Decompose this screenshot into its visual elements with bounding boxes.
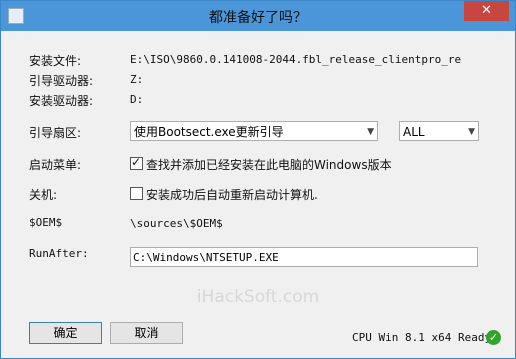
checkbox-unchecked-icon[interactable] bbox=[130, 187, 143, 200]
boot-menu-checkbox[interactable]: ✓ 查找并添加已经安装在此电脑的Windows版本 bbox=[130, 155, 392, 173]
status-text: CPU Win 8.1 x64 Ready bbox=[352, 331, 492, 344]
setup-dialog: 都准备好了吗？ ✕ 安装文件: E:\ISO\9860.0.141008-204… bbox=[0, 0, 516, 359]
boot-mode-selected: ALL bbox=[403, 125, 425, 139]
chevron-down-icon: ▼ bbox=[468, 127, 475, 137]
shutdown-label: 关机: bbox=[29, 188, 58, 202]
boot-mode-select[interactable]: ALL ▼ bbox=[399, 121, 479, 141]
checkbox-checked-icon[interactable]: ✓ bbox=[130, 155, 143, 170]
cancel-button[interactable]: 取消 bbox=[110, 322, 183, 344]
shutdown-checkbox[interactable]: 安装成功后自动重新启动计算机. bbox=[130, 186, 318, 203]
install-file-value: E:\ISO\9860.0.141008-2044.fbl_release_cl… bbox=[130, 53, 462, 66]
boot-sector-select[interactable]: 使用Bootsect.exe更新引导 ▼ bbox=[130, 121, 378, 141]
chevron-down-icon: ▼ bbox=[367, 127, 374, 137]
window-title: 都准备好了吗？ bbox=[209, 10, 307, 26]
boot-sector-selected: 使用Bootsect.exe更新引导 bbox=[134, 125, 284, 139]
runafter-input[interactable]: C:\Windows\NTSETUP.EXE bbox=[130, 247, 478, 267]
boot-sector-label: 引导扇区: bbox=[29, 126, 82, 140]
check-circle-icon: ✓ bbox=[486, 330, 501, 345]
boot-drive-value: Z: bbox=[130, 73, 144, 86]
title-bar: 都准备好了吗？ ✕ bbox=[1, 1, 515, 31]
oem-label: $OEM$ bbox=[29, 216, 63, 229]
install-file-label: 安装文件: bbox=[29, 54, 82, 68]
watermark: iHackSoft.com bbox=[196, 287, 320, 307]
boot-menu-checkbox-label: 查找并添加已经安装在此电脑的Windows版本 bbox=[146, 158, 392, 172]
ok-button[interactable]: 确定 bbox=[29, 322, 102, 344]
close-button[interactable]: ✕ bbox=[464, 1, 509, 21]
oem-value: \sources\$OEM$ bbox=[130, 217, 223, 230]
boot-menu-label: 启动菜单: bbox=[29, 158, 82, 172]
install-drive-value: D: bbox=[130, 93, 144, 106]
install-drive-label: 安装驱动器: bbox=[29, 94, 94, 108]
runafter-label: RunAfter: bbox=[29, 247, 89, 260]
shutdown-checkbox-label: 安装成功后自动重新启动计算机. bbox=[146, 188, 318, 202]
boot-drive-label: 引导驱动器: bbox=[29, 74, 94, 88]
